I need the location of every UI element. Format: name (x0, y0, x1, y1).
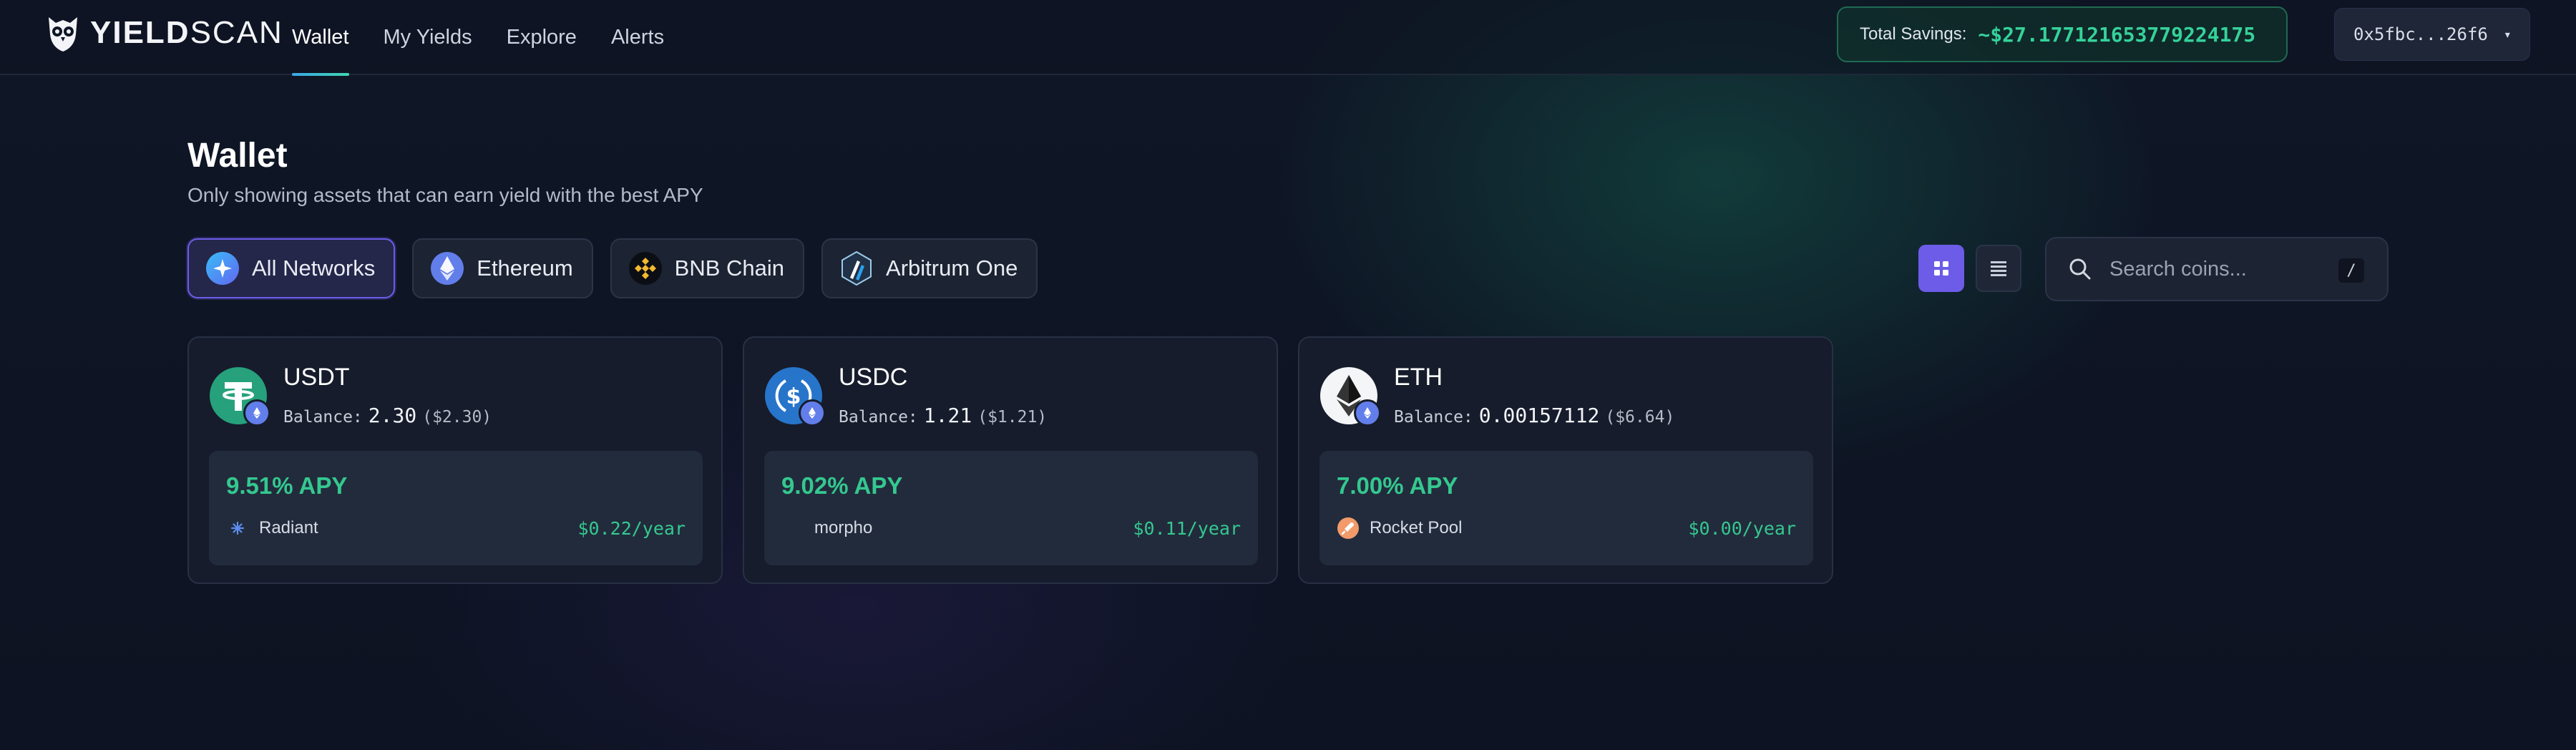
protocol-name: morpho (814, 518, 873, 537)
protocol-name: Radiant (259, 518, 318, 537)
nav-alerts[interactable]: Alerts (611, 0, 664, 75)
apy-value: 9.51% APY (226, 472, 348, 499)
coin-balance: Balance: 1.21 ($1.21) (839, 404, 1048, 427)
coin-card-eth[interactable]: ETH Balance: 0.00157112 ($6.64) 7.00% APY … (1298, 336, 1833, 584)
balance-usd: ($1.21) (977, 408, 1048, 427)
balance-amount: 1.21 (923, 404, 972, 427)
all-networks-icon (205, 250, 240, 286)
logo[interactable]: YIELDSCAN (46, 13, 283, 53)
search-icon (2069, 258, 2091, 280)
ethereum-chain-badge-icon (243, 399, 270, 427)
list-icon (1991, 261, 2006, 276)
network-filter: All Networks Ethereum BNB Chain Arbitrum… (187, 238, 1055, 298)
total-savings-badge: Total Savings: ~$27.177121653779224175 (1837, 6, 2288, 62)
ethereum-chain-badge-icon (1354, 399, 1381, 427)
page-subtitle: Only showing assets that can earn yield … (187, 184, 703, 206)
grid-view-button[interactable] (1918, 245, 1964, 292)
network-chip-label: All Networks (252, 255, 376, 281)
apy-value: 7.00% APY (1337, 472, 1458, 499)
balance-amount: 2.30 (368, 404, 417, 427)
network-chip-all[interactable]: All Networks (187, 238, 396, 298)
coin-balance: Balance: 0.00157112 ($6.64) (1394, 404, 1675, 427)
protocol: morpho (781, 517, 872, 540)
top-navbar: YIELDSCAN Wallet My Yields Explore Alert… (0, 0, 2576, 76)
ethereum-chain-badge-icon (799, 399, 826, 427)
best-yield-option[interactable]: 7.00% APY Rocket Pool $0.00/year (1319, 451, 1813, 565)
rocket-pool-icon (1337, 517, 1360, 540)
wallet-address: 0x5fbc...26f6 (2353, 24, 2488, 44)
yearly-earnings: $0.11/year (1133, 518, 1241, 539)
protocol: Rocket Pool (1337, 517, 1462, 540)
chevron-down-icon: ▾ (2503, 26, 2512, 42)
balance-amount: 0.00157112 (1478, 404, 1600, 427)
usdt-icon (209, 366, 270, 427)
nav-wallet[interactable]: Wallet (292, 0, 349, 76)
search-box: / (2045, 237, 2389, 301)
yearly-earnings: $0.00/year (1688, 518, 1796, 539)
coin-symbol: USDC (839, 364, 908, 391)
owl-logo-icon (49, 17, 77, 52)
wallet-address-button[interactable]: 0x5fbc...26f6 ▾ (2334, 8, 2530, 61)
network-chip-ethereum[interactable]: Ethereum (412, 238, 593, 298)
svg-text:$: $ (786, 384, 801, 409)
coin-card-usdt[interactable]: USDT Balance: 2.30 ($2.30) 9.51% APY Radia… (187, 336, 723, 584)
protocol: Radiant (226, 517, 318, 540)
network-chip-label: Ethereum (477, 255, 573, 281)
page-title: Wallet (187, 137, 288, 175)
radiant-icon (226, 517, 249, 540)
search-input[interactable] (2109, 257, 2338, 281)
coin-balance: Balance: 2.30 ($2.30) (283, 404, 492, 427)
nav-explore[interactable]: Explore (507, 0, 577, 75)
eth-icon (1319, 366, 1381, 427)
coin-card-usdc[interactable]: $ USDC Balance: 1.21 ($1.21) 9.02% APY mor… (743, 336, 1278, 584)
coin-symbol: USDT (283, 364, 350, 391)
logo-wordmark: YIELDSCAN (90, 15, 283, 50)
balance-usd: ($6.64) (1605, 408, 1675, 427)
network-chip-bnb[interactable]: BNB Chain (610, 238, 805, 298)
yearly-earnings: $0.22/year (577, 518, 686, 539)
morpho-icon (781, 517, 804, 540)
best-yield-option[interactable]: 9.02% APY morpho $0.11/year (764, 451, 1258, 565)
ethereum-icon (429, 250, 465, 286)
arbitrum-icon (839, 250, 874, 286)
bnb-icon (628, 250, 663, 286)
savings-label: Total Savings: (1860, 24, 1967, 44)
protocol-name: Rocket Pool (1370, 518, 1463, 537)
balance-usd: ($2.30) (422, 408, 492, 427)
list-view-button[interactable] (1976, 245, 2021, 292)
apy-value: 9.02% APY (781, 472, 903, 499)
search-shortcut-key: / (2338, 258, 2364, 283)
network-chip-label: BNB Chain (674, 255, 785, 281)
best-yield-option[interactable]: 9.51% APY Radiant $0.22/year (209, 451, 703, 565)
main-nav: Wallet My Yields Explore Alerts (292, 0, 698, 76)
network-chip-label: Arbitrum One (886, 255, 1018, 281)
savings-value: ~$27.177121653779224175 (1978, 22, 2256, 47)
nav-my-yields[interactable]: My Yields (384, 0, 472, 75)
grid-icon (1934, 261, 1948, 276)
coin-symbol: ETH (1394, 364, 1443, 391)
usdc-icon: $ (764, 366, 826, 427)
network-chip-arbitrum[interactable]: Arbitrum One (821, 238, 1038, 298)
